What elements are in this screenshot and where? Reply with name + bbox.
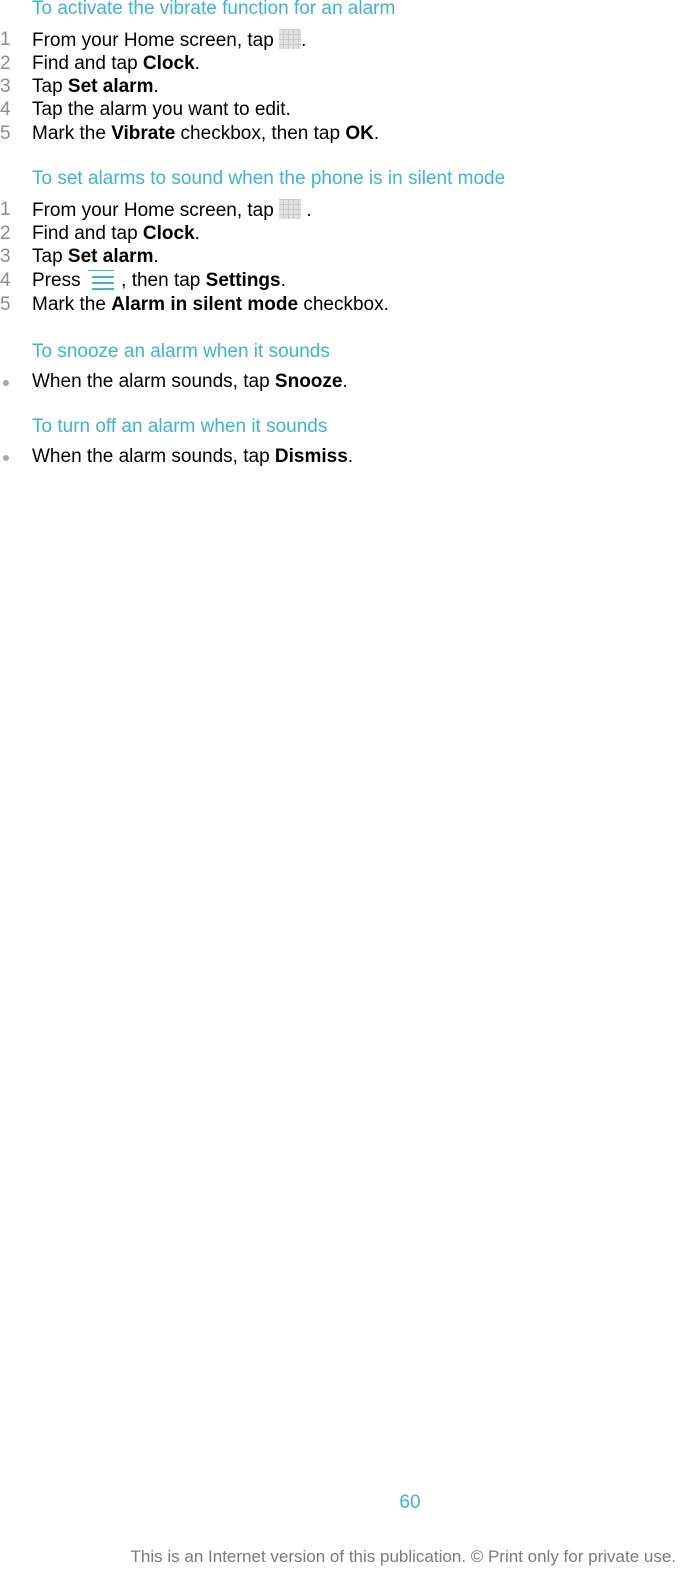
step-number: 2 [0,53,11,74]
step-number: 4 [0,270,11,291]
step-number: 1 [0,199,11,220]
step-number: 4 [0,99,11,120]
menu-icon [86,270,116,290]
footer-notice: This is an Internet version of this publ… [130,1547,676,1566]
step-number: 3 [0,76,11,97]
step-number: 5 [0,123,11,144]
page-number: 60 [399,1492,421,1513]
bullet-icon [3,380,9,386]
section-heading-turn-off: To turn off an alarm when it sounds [32,416,328,437]
apps-grid-icon [279,199,302,219]
step-number: 2 [0,223,11,244]
step-number: 1 [0,29,11,50]
step-number: 3 [0,246,11,267]
step-number: 5 [0,294,11,315]
section-heading-vibrate: To activate the vibrate function for an … [32,0,396,19]
section-heading-silent-mode: To set alarms to sound when the phone is… [32,168,506,189]
bullet-icon [3,455,9,461]
section-heading-snooze: To snooze an alarm when it sounds [32,341,330,362]
apps-grid-icon [279,29,302,49]
